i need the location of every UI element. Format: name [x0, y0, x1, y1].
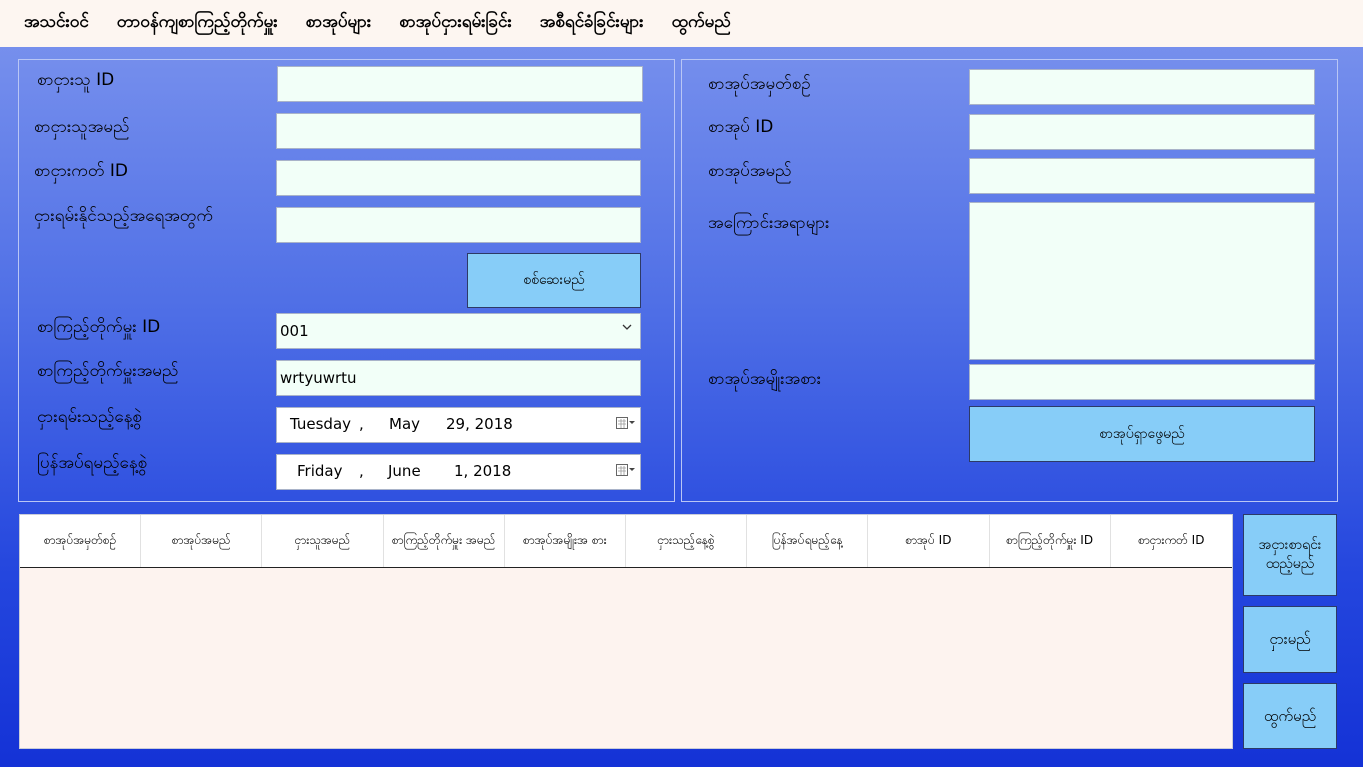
borrow-limit-input[interactable] [276, 207, 641, 243]
menu-reports[interactable]: အစီရင်ခံခြင်းများ [540, 11, 644, 36]
menu-librarian[interactable]: တာဝန်ကျစာကြည့်တိုက်မှူး [117, 11, 278, 36]
menu-books[interactable]: စာအုပ်များ [306, 11, 372, 36]
librarian-id-label: စာကြည့်တိုက်မှူး ID [37, 317, 161, 337]
borrow-button[interactable]: ငှားမည် [1243, 606, 1337, 673]
menu-exit[interactable]: ထွက်မည် [672, 11, 731, 36]
menu-borrowing[interactable]: စာအုပ်ငှားရမ်းခြင်း [399, 11, 512, 36]
book-name-input[interactable] [969, 158, 1315, 194]
table-header: စာအုပ်အမှတ်စဉ် စာအုပ်အမည် ငှားသူအမည် စာက… [20, 515, 1232, 568]
return-date-day: Friday [297, 462, 343, 480]
calendar-icon[interactable] [616, 415, 635, 429]
return-date-picker[interactable]: Friday , June 1, 2018 [276, 454, 641, 490]
column-header[interactable]: ငှားသည့်နေ့စွဲ [626, 515, 748, 567]
borrower-name-label: စာငှားသူအမည် [34, 117, 130, 137]
column-header[interactable]: စာအုပ် ID [868, 515, 990, 567]
exit-button[interactable]: ထွက်မည် [1243, 683, 1337, 749]
book-type-label: စာအုပ်အမျိုးအစား [708, 369, 822, 389]
add-to-list-button[interactable]: အငှားစာရင်း ထည့်မည် [1243, 514, 1337, 596]
borrow-limit-label: ငှားရမ်းနိုင်သည့်အရေအတွက် [34, 206, 213, 226]
check-button[interactable]: စစ်ဆေးမည် [467, 253, 641, 308]
borrower-name-input[interactable] [276, 113, 641, 149]
book-reg-label: စာအုပ်အမှတ်စဉ် [708, 74, 811, 94]
column-header[interactable]: စာကြည့်တိုက်မှူး အမည် [384, 515, 505, 567]
column-header[interactable]: စာအုပ်အမှတ်စဉ် [20, 515, 142, 567]
borrower-card-label: စာငှားကတ် ID [34, 161, 128, 181]
librarian-name-label: စာကြည့်တိုက်မှူးအမည် [37, 361, 179, 381]
return-date-comma: , [359, 462, 364, 480]
book-reg-input[interactable] [969, 69, 1315, 105]
borrow-date-picker[interactable]: Tuesday , May 29, 2018 [276, 407, 641, 443]
borrower-panel: စာငှားသူ ID စာငှားသူအမည် စာငှားကတ် ID ငှ… [18, 59, 675, 502]
book-id-input[interactable] [969, 114, 1315, 150]
borrower-card-input[interactable] [276, 160, 641, 196]
librarian-id-select[interactable]: 001 [276, 313, 641, 349]
column-header[interactable]: စာအုပ်အမျိုးအ စား [505, 515, 626, 567]
column-header[interactable]: ပြန်အပ်ရမည့်နေ့ [747, 515, 869, 567]
borrow-date-label: ငှားရမ်းသည့်နေ့စွဲ [37, 407, 142, 427]
borrow-date-day: Tuesday [290, 415, 352, 433]
return-date-daynum: 1, 2018 [454, 462, 512, 480]
borrow-date-comma: , [359, 415, 364, 433]
book-id-label: စာအုပ် ID [708, 117, 774, 137]
borrow-date-month: May [389, 415, 421, 433]
column-header[interactable]: စာအုပ်အမည် [141, 515, 263, 567]
column-header[interactable]: ငှားသူအမည် [262, 515, 384, 567]
book-panel: စာအုပ်အမှတ်စဉ် စာအုပ် ID စာအုပ်အမည် အကြေ… [681, 59, 1338, 502]
book-type-input[interactable] [969, 364, 1315, 400]
librarian-name-input[interactable]: wrtyuwrtu [276, 360, 641, 396]
return-date-month: June [388, 462, 421, 480]
return-date-label: ပြန်အပ်ရမည့်နေ့စွဲ [37, 453, 148, 473]
calendar-icon[interactable] [616, 462, 635, 476]
librarian-id-value: 001 [280, 322, 309, 340]
chevron-down-icon[interactable] [622, 321, 632, 335]
book-desc-label: အကြောင်းအရာများ [708, 213, 830, 233]
column-header[interactable]: စာငှားကတ် ID [1111, 515, 1232, 567]
borrower-id-input[interactable] [277, 66, 643, 102]
borrower-id-label: စာငှားသူ ID [37, 70, 115, 90]
menu-bar: အသင်းဝင် တာဝန်ကျစာကြည့်တိုက်မှူး စာအုပ်မ… [0, 0, 1363, 47]
search-book-button[interactable]: စာအုပ်ရှာဖွေမည် [969, 406, 1315, 462]
column-header[interactable]: စာကြည့်တိုက်မှူး ID [990, 515, 1111, 567]
book-name-label: စာအုပ်အမည် [708, 161, 792, 181]
borrow-list-table[interactable]: စာအုပ်အမှတ်စဉ် စာအုပ်အမည် ငှားသူအမည် စာက… [19, 514, 1233, 749]
book-desc-textarea[interactable] [969, 202, 1315, 360]
menu-members[interactable]: အသင်းဝင် [24, 11, 89, 36]
borrow-date-daynum: 29, 2018 [446, 415, 513, 433]
